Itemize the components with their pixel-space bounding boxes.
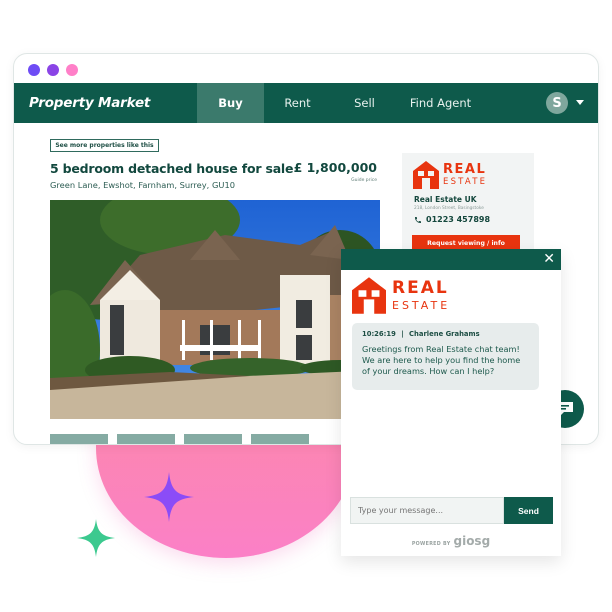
powered-by-brand[interactable]: giosg [453,534,490,548]
agent-phone[interactable]: 01223 457898 [414,215,490,224]
nav-item-buy[interactable]: Buy [197,83,264,123]
stage: Property Market Buy Rent Sell Find Agent… [0,0,612,612]
price-note: Guide price [351,178,377,183]
chevron-down-icon[interactable] [576,100,584,105]
navbar: Property Market Buy Rent Sell Find Agent… [14,83,598,123]
thumbnail-3[interactable] [184,434,242,444]
chat-widget: ✕ REAL ESTATE 10:26:19 | Charlene Graham… [341,249,561,556]
house-photo-icon [50,200,380,419]
thumbnail-2[interactable] [117,434,175,444]
message-meta: 10:26:19 | Charlene Grahams [362,330,529,338]
thumbnail-strip [50,434,309,444]
message-separator: | [401,330,404,338]
close-icon[interactable]: ✕ [543,251,555,268]
logo-text-real: REAL [392,278,449,298]
agent-name: Real Estate UK [414,195,477,204]
brand-logo[interactable]: Property Market [29,95,197,111]
send-button[interactable]: Send [504,497,553,524]
agent-address: 218, London Street, Basingstoke [414,206,484,211]
agent-phone-number: 01223 457898 [426,215,491,224]
purple-sparkle-icon [144,472,194,522]
property-photo[interactable] [50,200,380,419]
window-dot-2[interactable] [47,64,59,76]
message-sender: Charlene Grahams [409,330,480,338]
message-time: 10:26:19 [362,330,396,338]
chat-logo: REAL ESTATE [352,277,450,314]
powered-by-label: POWERED BY [411,542,451,547]
listing-price: £ 1,800,000 [293,160,377,175]
agent-card: REAL ESTATE Real Estate UK 218, London S… [402,153,534,263]
listing-title: 5 bedroom detached house for sale [50,161,294,176]
green-sparkle-icon [77,519,115,557]
nav-item-sell[interactable]: Sell [331,83,398,123]
message-text: Greetings from Real Estate chat team! We… [362,344,521,376]
phone-icon [415,216,421,223]
see-more-properties-button[interactable]: See more properties like this [50,139,159,152]
logo-text-estate: ESTATE [443,177,488,188]
thumbnail-4[interactable] [251,434,309,444]
chat-header: ✕ [341,249,561,270]
logo-text-estate: ESTATE [392,299,451,312]
user-avatar[interactable]: S [546,92,568,114]
house-logo-icon [413,161,439,189]
nav-item-rent[interactable]: Rent [264,83,331,123]
logo-text-real: REAL [443,162,487,178]
window-dot-3[interactable] [66,64,78,76]
thumbnail-1[interactable] [50,434,108,444]
agent-logo[interactable]: REAL ESTATE [413,161,487,189]
message-input[interactable] [350,497,504,524]
listing-address: Green Lane, Ewshot, Farnham, Surrey, GU1… [50,180,236,190]
powered-by: POWERED BY giosg [341,534,561,548]
window-dot-1[interactable] [28,64,40,76]
house-logo-icon [352,277,386,314]
nav-item-find-agent[interactable]: Find Agent [398,83,483,123]
window-controls [28,64,78,76]
chat-message: 10:26:19 | Charlene Grahams Greetings fr… [352,323,539,390]
